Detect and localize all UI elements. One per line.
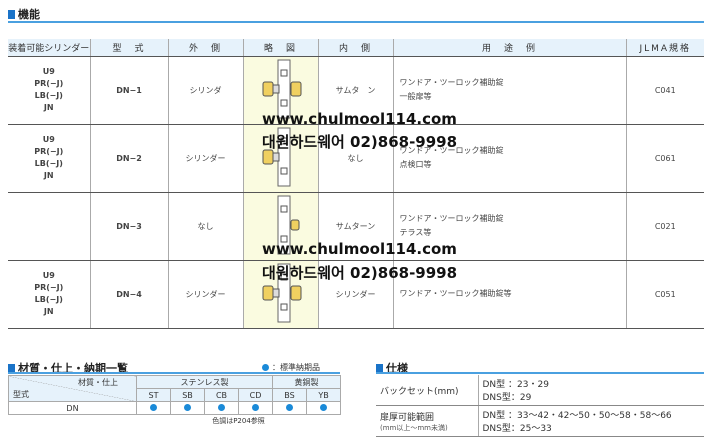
col-header: 型 式 (89, 39, 168, 57)
jlma-code: C021 (625, 192, 704, 261)
spec-label: 扉厚可能範囲 (mm以上〜mm未満) (376, 405, 479, 437)
color-note: 色調はP204参照 (212, 417, 265, 426)
finish-header: CB (204, 388, 239, 402)
finish-header: ST (136, 388, 171, 402)
group-header-brass: 黄銅製 (272, 375, 341, 389)
group-header-stainless: ステンレス製 (136, 375, 273, 389)
finish-header: YB (306, 388, 341, 402)
cylinder-list: U9 PR(−J) LB(−J) JN (8, 260, 90, 329)
outside-type: なし (167, 192, 243, 261)
standard-dot-icon (184, 403, 191, 411)
model-code: DN−3 (89, 192, 168, 261)
table-row: 扉厚可能範囲 (mm以上〜mm未満) DN型 ：33〜42・42〜50・50〜5… (376, 405, 704, 437)
standard-dot-icon (262, 364, 269, 371)
watermark-url: www.chulmool114.com (262, 240, 457, 258)
standard-dot-icon (150, 403, 157, 411)
spec-values: DN型 ：23・29 DNS型：29 (478, 375, 704, 406)
table-row: DN (8, 401, 341, 415)
spec-label: バックセット(mm) (376, 375, 479, 406)
section-title-text: 機能 (18, 8, 40, 21)
title-underline (376, 372, 704, 374)
model-code: DN−4 (89, 260, 168, 329)
standard-dot-icon (218, 403, 225, 411)
col-header: 外 側 (167, 39, 243, 57)
outside-type: シリンダー (167, 260, 243, 329)
title-underline (8, 21, 704, 23)
model-cell: DN (8, 401, 137, 415)
corner-header: 材質・仕上 型式 (8, 375, 137, 402)
col-header: 略 図 (242, 39, 318, 57)
standard-dot-icon (320, 403, 327, 411)
outside-type: シリンダー (167, 124, 243, 193)
spec-values: DN型 ：33〜42・42〜50・50〜58・58〜66 DNS型：25〜33 (478, 405, 704, 437)
model-code: DN−2 (89, 124, 168, 193)
col-header: 内 側 (317, 39, 393, 57)
finish-header: BS (272, 388, 307, 402)
cylinder-list: U9 PR(−J) LB(−J) JN (8, 124, 90, 193)
spec-table: バックセット(mm) DN型 ：23・29 DNS型：29 扉厚可能範囲 (mm… (376, 375, 704, 437)
jlma-code: C061 (625, 124, 704, 193)
jlma-code: C041 (625, 56, 704, 125)
col-header: JLMA規格 (625, 39, 704, 57)
standard-dot-icon (286, 403, 293, 411)
standard-dot-icon (252, 403, 259, 411)
square-bullet-icon (8, 9, 15, 19)
table-row: バックセット(mm) DN型 ：23・29 DNS型：29 (376, 375, 704, 406)
materials-table: 材質・仕上 型式 ステンレス製 黄銅製 ST SB CB CD BS YB DN… (8, 375, 341, 428)
outside-type: シリンダ (167, 56, 243, 125)
cylinder-list (8, 192, 90, 261)
cylinder-list: U9 PR(−J) LB(−J) JN (8, 56, 90, 125)
section-title-function: 機能 (8, 6, 40, 22)
finish-header: SB (170, 388, 205, 402)
watermark-text: 대원하드웨어 02)868-9998 (262, 133, 458, 151)
watermark-text: 대원하드웨어 02)868-9998 (262, 264, 458, 282)
title-underline (8, 372, 340, 374)
model-code: DN−1 (89, 56, 168, 125)
table-header-row: 装着可能シリンダー 型 式 外 側 略 図 内 側 用 途 例 JLMA規格 (8, 39, 704, 57)
col-header: 用 途 例 (392, 39, 626, 57)
function-table: 装着可能シリンダー 型 式 外 側 略 図 内 側 用 途 例 JLMA規格 U… (8, 39, 704, 329)
watermark-url: www.chulmool114.com (262, 110, 457, 128)
jlma-code: C051 (625, 260, 704, 329)
col-header: 装着可能シリンダー (8, 39, 90, 57)
finish-header: CD (238, 388, 273, 402)
